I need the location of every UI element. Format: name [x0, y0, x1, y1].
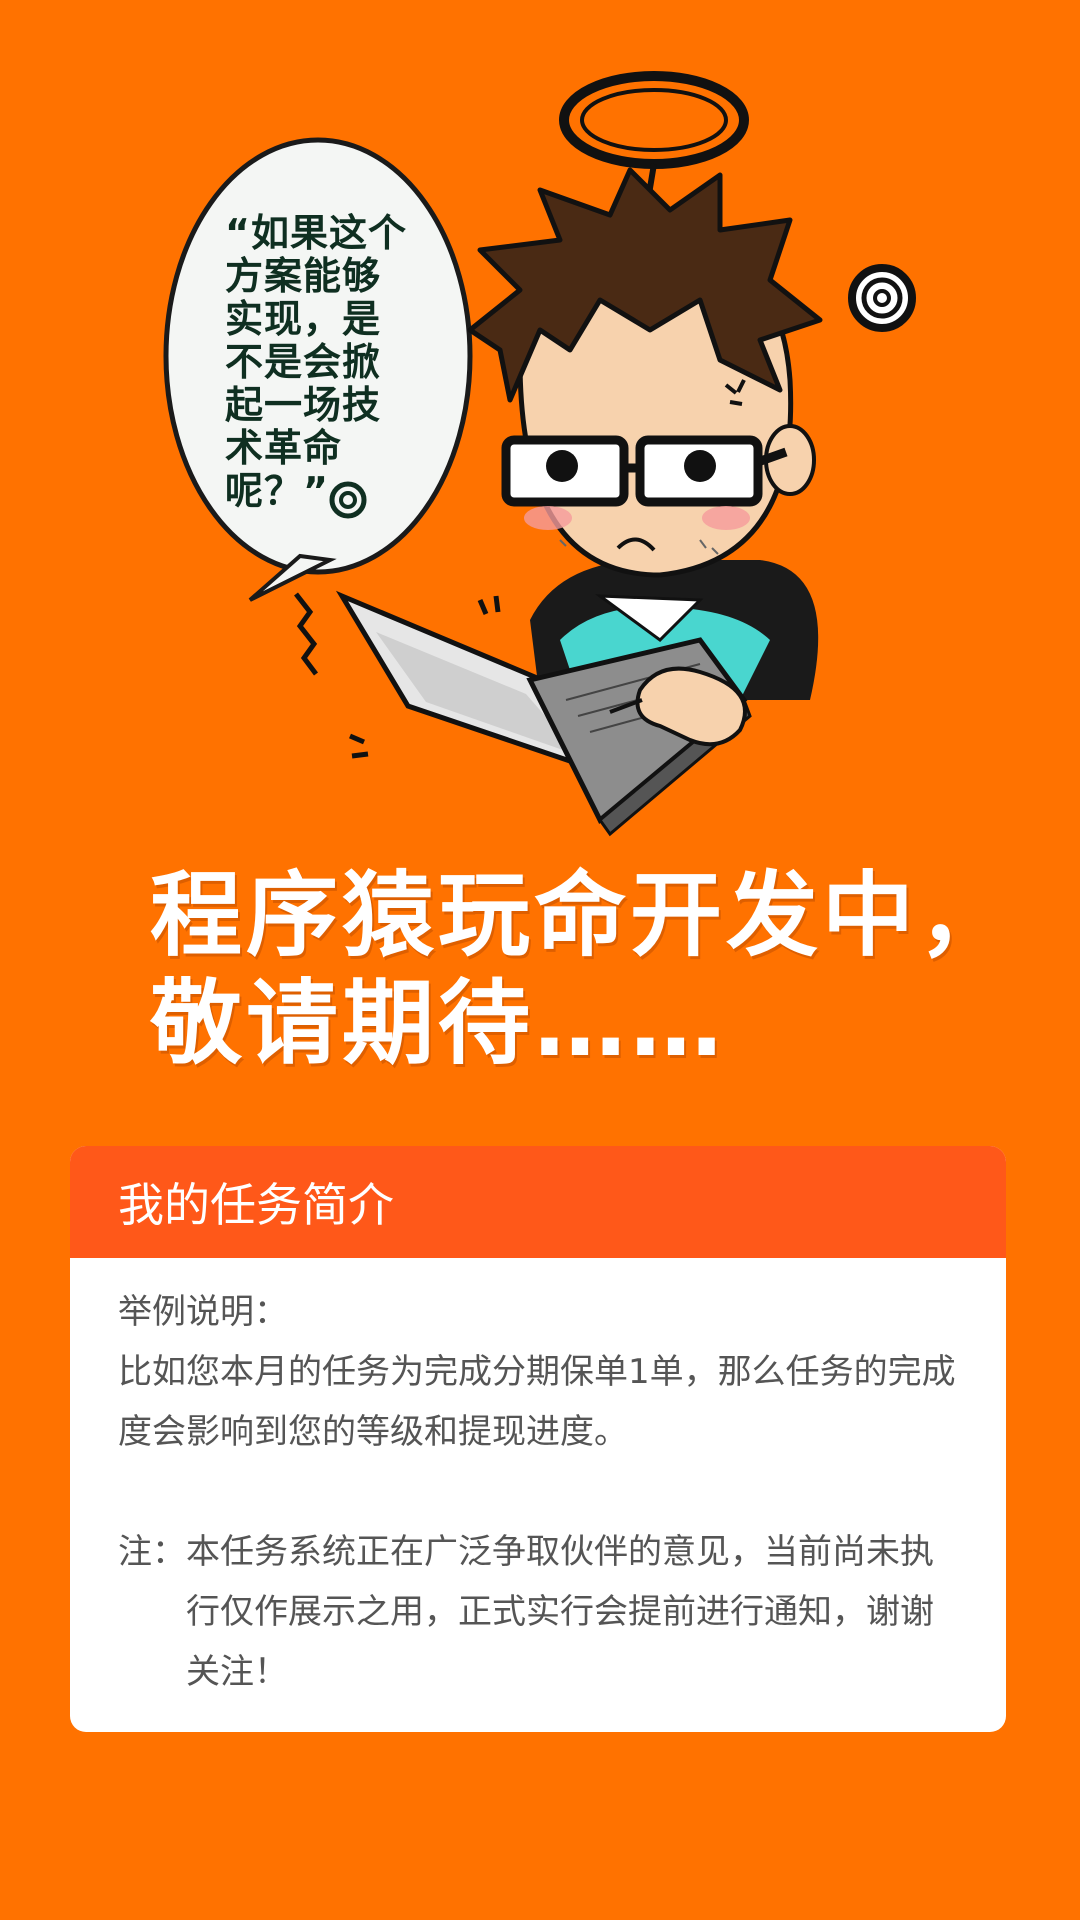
example-heading: 举例说明：	[118, 1292, 288, 1332]
note-label: 注：	[118, 1532, 186, 1572]
note-text: 本任务系统正在广泛争取伙伴的意见，当前尚未执行仅作展示之用，正式实行会提前进行通…	[186, 1532, 934, 1692]
card-body: 举例说明： 比如您本月的任务为完成分期保单1单，那么任务的完成度会影响到您的等级…	[70, 1258, 1006, 1702]
page-headline: 程序猿玩命开发中， 敬请期待……	[150, 862, 1010, 1078]
card-title: 我的任务简介	[118, 1178, 394, 1232]
task-intro-card: 我的任务简介 举例说明： 比如您本月的任务为完成分期保单1单，那么任务的完成度会…	[70, 1146, 1006, 1732]
note: 注： 本任务系统正在广泛争取伙伴的意见，当前尚未执行仅作展示之用，正式实行会提前…	[118, 1522, 962, 1702]
spiral-icon	[848, 264, 916, 332]
programmer-illustration	[163, 71, 916, 837]
headline-line-1: 程序猿玩命开发中，	[150, 862, 1015, 969]
speech-bubble-text: “如果这个方案能够实现，是不是会掀起一场技术革命呢？”	[225, 211, 407, 513]
example-text: 比如您本月的任务为完成分期保单1单，那么任务的完成度会影响到您的等级和提现进度。	[118, 1352, 956, 1452]
headline-line-2: 敬请期待……	[150, 970, 727, 1077]
card-header: 我的任务简介	[70, 1146, 1006, 1258]
